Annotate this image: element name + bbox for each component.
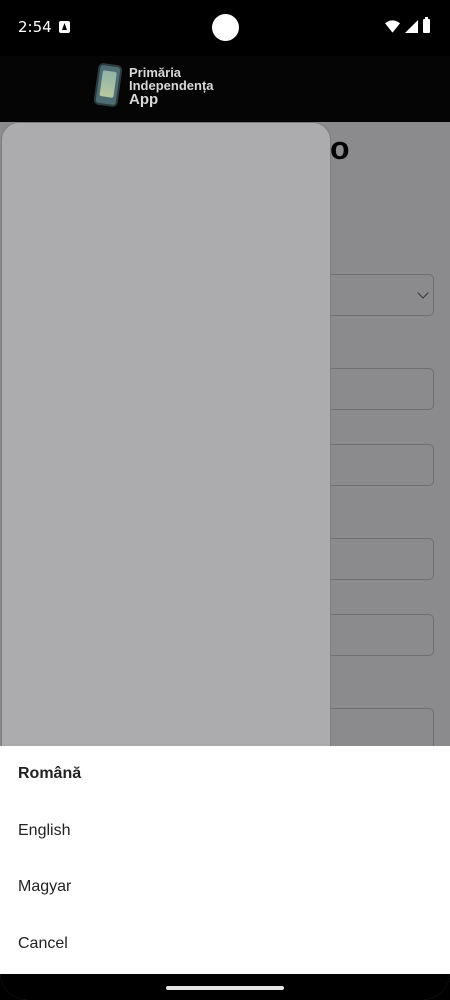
phone-logo-icon [93, 62, 123, 108]
cancel-button[interactable]: Cancel [18, 935, 68, 953]
phone-screen: 2:54 Primăria Independența App o Română … [0, 0, 450, 1000]
camera-cutout [212, 14, 239, 41]
page-heading-fragment: o [330, 130, 350, 166]
logo-line-3: App [129, 91, 159, 108]
navigation-drawer [1, 122, 331, 762]
status-icons [385, 17, 430, 33]
wifi-icon [385, 19, 400, 33]
home-gesture-handle[interactable] [166, 986, 284, 990]
logo-text: Primăria Independența App [129, 66, 214, 108]
language-option-romana[interactable]: Română [18, 765, 81, 783]
app-logo: Primăria Independența App [93, 62, 226, 112]
chevron-down-icon [417, 287, 429, 299]
app-header: Primăria Independența App [0, 56, 450, 122]
language-bottom-sheet: Română English Magyar Cancel [0, 746, 450, 974]
status-bar: 2:54 [0, 0, 450, 56]
signal-icon [405, 19, 418, 33]
status-time: 2:54 [18, 18, 52, 36]
language-option-magyar[interactable]: Magyar [18, 878, 71, 896]
notification-a-icon [59, 21, 70, 33]
battery-icon [423, 17, 430, 33]
system-navigation-bar [0, 974, 450, 1000]
language-option-english[interactable]: English [18, 822, 70, 840]
